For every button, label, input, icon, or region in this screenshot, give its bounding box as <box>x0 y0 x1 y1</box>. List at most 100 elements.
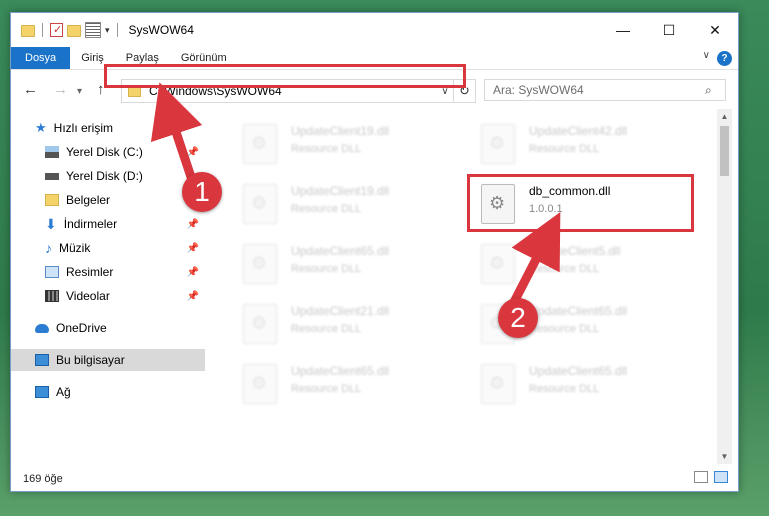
search-box[interactable]: Ara: SysWOW64 ⌕ <box>484 79 726 101</box>
sidebar-item-label: Müzik <box>59 241 91 255</box>
file-description: Resource DLL <box>291 263 362 275</box>
file-item-db-common[interactable]: db_common.dll 1.0.0.1 <box>467 176 677 226</box>
pin-icon[interactable]: 📌 <box>187 243 199 254</box>
film-icon <box>45 290 59 302</box>
cloud-icon <box>35 323 49 333</box>
file-version: 1.0.0.1 <box>529 203 563 215</box>
scroll-up-arrow-icon[interactable]: ▲ <box>717 109 732 124</box>
sidebar-item-quick-access[interactable]: ★ Hızlı erişim <box>11 117 205 139</box>
dll-file-icon <box>243 184 277 224</box>
file-description: Resource DLL <box>291 323 362 335</box>
window-controls: — ☐ ✕ <box>600 13 738 47</box>
sidebar-item-label: Ağ <box>56 385 71 399</box>
file-item[interactable]: UpdateClient5.dll Resource DLL <box>467 236 677 286</box>
sidebar-item-pictures[interactable]: Resimler 📌 <box>11 261 205 283</box>
sidebar-item-music[interactable]: ♪ Müzik 📌 <box>11 237 205 259</box>
ribbon-tabs: Dosya Giriş Paylaş Görünüm ∨ ? <box>11 47 738 70</box>
vertical-scrollbar[interactable]: ▲ ▼ <box>717 109 732 464</box>
address-bar[interactable]: C:\Windows\SysWOW64 ∨ ↻ <box>121 79 476 103</box>
search-input[interactable]: Ara: SysWOW64 <box>493 83 705 97</box>
pin-icon[interactable]: 📌 <box>187 267 199 278</box>
file-name: UpdateClient65.dll <box>529 364 628 378</box>
file-item[interactable]: UpdateClient19.dll Resource DLL <box>229 116 439 166</box>
dll-file-icon <box>481 184 515 224</box>
file-item[interactable]: UpdateClient65.dll Resource DLL <box>229 356 439 406</box>
sidebar-item-label: Belgeler <box>66 193 111 207</box>
tab-file[interactable]: Dosya <box>11 47 71 69</box>
sidebar-item-label: Yerel Disk (C:) <box>66 145 143 159</box>
sidebar-item-label: İndirmeler <box>63 217 118 231</box>
step-marker-2: 2 <box>498 298 538 338</box>
new-folder-icon[interactable] <box>67 25 81 37</box>
forward-button[interactable]: → <box>53 81 68 98</box>
large-icons-view-button[interactable] <box>714 471 728 483</box>
scroll-down-arrow-icon[interactable]: ▼ <box>717 449 732 464</box>
search-icon[interactable]: ⌕ <box>705 83 725 98</box>
file-description: Resource DLL <box>291 203 362 215</box>
sidebar-item-downloads[interactable]: ⬇ İndirmeler 📌 <box>11 213 205 235</box>
file-description: Resource DLL <box>529 143 600 155</box>
dll-file-icon <box>243 244 277 284</box>
file-item[interactable]: UpdateClient65.dll Resource DLL <box>467 356 677 406</box>
status-bar: 169 öğe <box>11 466 738 491</box>
details-view-button[interactable] <box>694 471 708 483</box>
pin-icon[interactable]: 📌 <box>187 291 199 302</box>
file-item[interactable]: UpdateClient65.dll Resource DLL <box>229 236 439 286</box>
music-note-icon: ♪ <box>45 240 52 256</box>
dll-file-icon <box>243 124 277 164</box>
maximize-button[interactable]: ☐ <box>646 13 692 47</box>
sidebar-item-label: Hızlı erişim <box>53 121 113 135</box>
view-switcher <box>694 471 728 483</box>
properties-check-icon[interactable] <box>50 23 63 37</box>
tab-view[interactable]: Görünüm <box>170 47 238 69</box>
navigation-pane: ★ Hızlı erişim Yerel Disk (C:) 📌 Yerel D… <box>11 113 205 463</box>
tab-share[interactable]: Paylaş <box>115 47 170 69</box>
expand-ribbon-chevron-icon[interactable]: ∨ <box>703 50 710 61</box>
sidebar-item-this-pc[interactable]: Bu bilgisayar <box>11 349 205 371</box>
drive-icon <box>45 146 59 158</box>
sidebar-item-label: Yerel Disk (D:) <box>66 169 143 183</box>
file-item[interactable]: UpdateClient21.dll Resource DLL <box>229 296 439 346</box>
file-view: UpdateClient19.dll Resource DLL UpdateCl… <box>219 108 719 463</box>
sidebar-item-videos[interactable]: Videolar 📌 <box>11 285 205 307</box>
file-description: Resource DLL <box>529 263 600 275</box>
divider <box>42 23 43 37</box>
file-name: UpdateClient65.dll <box>291 364 390 378</box>
help-icon[interactable]: ? <box>717 51 732 66</box>
back-button[interactable]: ← <box>23 81 38 98</box>
title-bar: ▾ SysWOW64 — ☐ ✕ <box>11 13 738 47</box>
file-name: UpdateClient5.dll <box>529 244 621 258</box>
address-history-chevron-icon[interactable]: ∨ <box>437 86 453 97</box>
customize-qat-chevron-icon[interactable]: ▾ <box>105 25 110 36</box>
address-path[interactable]: C:\Windows\SysWOW64 <box>149 84 437 98</box>
minimize-button[interactable]: — <box>600 13 646 47</box>
view-properties-icon[interactable] <box>85 22 101 38</box>
up-button[interactable]: ↑ <box>97 81 105 98</box>
step-marker-1: 1 <box>182 172 222 212</box>
sidebar-item-network[interactable]: Ağ <box>11 381 205 403</box>
sidebar-item-local-disk-c[interactable]: Yerel Disk (C:) 📌 <box>11 141 205 163</box>
sidebar-item-onedrive[interactable]: OneDrive <box>11 317 205 339</box>
sidebar-item-label: OneDrive <box>56 321 107 335</box>
refresh-button[interactable]: ↻ <box>453 80 475 102</box>
quick-access-toolbar: ▾ <box>11 22 121 38</box>
sidebar-item-label: Videolar <box>66 289 110 303</box>
dll-file-icon <box>243 364 277 404</box>
sidebar-item-local-disk-d[interactable]: Yerel Disk (D:) <box>11 165 205 187</box>
pin-icon[interactable]: 📌 <box>187 147 199 158</box>
explorer-window: ▾ SysWOW64 — ☐ ✕ Dosya Giriş Paylaş Görü… <box>10 12 739 492</box>
sidebar-item-label: Resimler <box>66 265 114 279</box>
item-count: 169 öğe <box>23 472 63 485</box>
scrollbar-thumb[interactable] <box>720 126 729 176</box>
sidebar-item-documents[interactable]: Belgeler <box>11 189 205 211</box>
divider <box>116 23 118 37</box>
file-item[interactable]: UpdateClient42.dll Resource DLL <box>467 116 677 166</box>
pin-icon[interactable]: 📌 <box>187 219 199 230</box>
tab-home[interactable]: Giriş <box>70 47 115 69</box>
close-button[interactable]: ✕ <box>692 13 738 47</box>
file-name: UpdateClient42.dll <box>529 124 628 138</box>
window-title: SysWOW64 <box>128 23 194 37</box>
file-name: UpdateClient19.dll <box>291 184 390 198</box>
recent-locations-chevron-icon[interactable]: ▾ <box>77 86 82 97</box>
file-item[interactable]: UpdateClient19.dll Resource DLL <box>229 176 439 226</box>
